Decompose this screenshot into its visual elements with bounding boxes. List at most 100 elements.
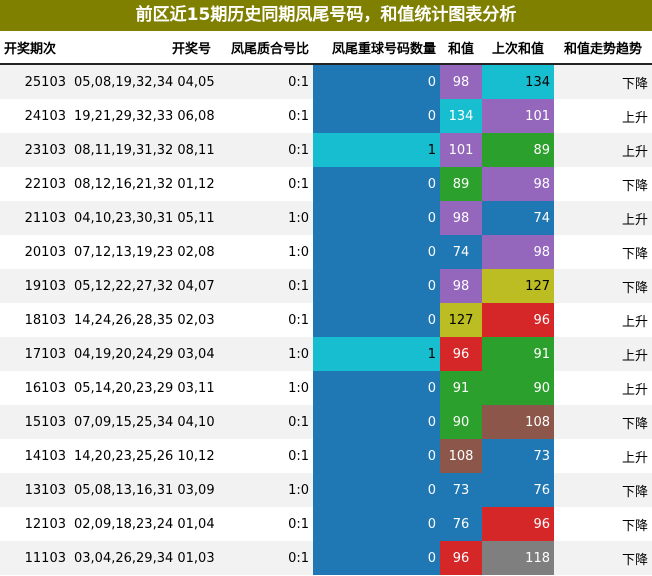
cell-sum: 90	[440, 405, 482, 439]
page-title: 前区近15期历史同期凤尾号码，和值统计图表分析	[0, 0, 652, 31]
table-row: 19103 05,12,22,27,32 04,07 0:1 0 98 127 下降	[0, 269, 652, 303]
cell-numbers: 08,12,16,21,32 01,12	[70, 167, 215, 201]
cell-repeat: 0	[313, 303, 440, 337]
cell-repeat: 0	[313, 269, 440, 303]
cell-numbers: 05,14,20,23,29 03,11	[70, 371, 215, 405]
cell-prev-sum: 73	[482, 439, 554, 473]
cell-numbers: 05,08,13,16,31 03,09	[70, 473, 215, 507]
table-row: 17103 04,19,20,24,29 03,04 1:0 1 96 91 上升	[0, 337, 652, 371]
cell-numbers: 04,10,23,30,31 05,11	[70, 201, 215, 235]
header-trend: 和值走势趋势	[554, 31, 652, 65]
cell-sum: 96	[440, 337, 482, 371]
cell-issue: 24103	[0, 99, 70, 133]
cell-trend: 下降	[554, 167, 652, 201]
cell-sum: 108	[440, 439, 482, 473]
cell-issue: 12103	[0, 507, 70, 541]
table-row: 24103 19,21,29,32,33 06,08 0:1 0 134 101 上升	[0, 99, 652, 133]
cell-sum: 98	[440, 64, 482, 99]
cell-sum: 96	[440, 541, 482, 575]
cell-prev-sum: 96	[482, 507, 554, 541]
cell-prev-sum: 127	[482, 269, 554, 303]
cell-prev-sum: 101	[482, 99, 554, 133]
cell-sum: 98	[440, 269, 482, 303]
cell-parity: 1:0	[215, 473, 313, 507]
cell-parity: 0:1	[215, 99, 313, 133]
cell-repeat: 0	[313, 167, 440, 201]
table-row: 14103 14,20,23,25,26 10,12 0:1 0 108 73 上升	[0, 439, 652, 473]
cell-repeat: 0	[313, 405, 440, 439]
cell-prev-sum: 134	[482, 64, 554, 99]
cell-numbers: 14,20,23,25,26 10,12	[70, 439, 215, 473]
cell-sum: 76	[440, 507, 482, 541]
cell-sum: 101	[440, 133, 482, 167]
cell-issue: 13103	[0, 473, 70, 507]
cell-parity: 0:1	[215, 405, 313, 439]
cell-repeat: 1	[313, 337, 440, 371]
cell-issue: 19103	[0, 269, 70, 303]
cell-trend: 上升	[554, 337, 652, 371]
cell-numbers: 14,24,26,28,35 02,03	[70, 303, 215, 337]
cell-numbers: 04,19,20,24,29 03,04	[70, 337, 215, 371]
cell-numbers: 05,12,22,27,32 04,07	[70, 269, 215, 303]
table-row: 13103 05,08,13,16,31 03,09 1:0 0 73 76 下降	[0, 473, 652, 507]
cell-sum: 98	[440, 201, 482, 235]
cell-trend: 下降	[554, 541, 652, 575]
cell-parity: 0:1	[215, 167, 313, 201]
cell-parity: 1:0	[215, 201, 313, 235]
cell-numbers: 03,04,26,29,34 01,03	[70, 541, 215, 575]
cell-trend: 上升	[554, 439, 652, 473]
cell-numbers: 02,09,18,23,24 01,04	[70, 507, 215, 541]
table-row: 23103 08,11,19,31,32 08,11 0:1 1 101 89 上升	[0, 133, 652, 167]
cell-parity: 1:0	[215, 371, 313, 405]
cell-numbers: 08,11,19,31,32 08,11	[70, 133, 215, 167]
cell-parity: 0:1	[215, 507, 313, 541]
cell-repeat: 0	[313, 439, 440, 473]
cell-prev-sum: 90	[482, 371, 554, 405]
cell-prev-sum: 118	[482, 541, 554, 575]
cell-issue: 15103	[0, 405, 70, 439]
cell-prev-sum: 98	[482, 167, 554, 201]
table-row: 15103 07,09,15,25,34 04,10 0:1 0 90 108 下降	[0, 405, 652, 439]
cell-parity: 0:1	[215, 133, 313, 167]
table-row: 20103 07,12,13,19,23 02,08 1:0 0 74 98 下降	[0, 235, 652, 269]
cell-repeat: 0	[313, 473, 440, 507]
header-prev-sum: 上次和值	[482, 31, 554, 65]
header-issue: 开奖期次	[0, 31, 70, 65]
cell-issue: 16103	[0, 371, 70, 405]
cell-trend: 下降	[554, 405, 652, 439]
cell-issue: 21103	[0, 201, 70, 235]
table-row: 18103 14,24,26,28,35 02,03 0:1 0 127 96 上升	[0, 303, 652, 337]
cell-parity: 0:1	[215, 439, 313, 473]
header-row: 开奖期次 开奖号 凤尾质合号比 凤尾重球号码数量 和值 上次和值 和值走势趋势	[0, 31, 652, 65]
header-repeat: 凤尾重球号码数量	[313, 31, 440, 65]
cell-issue: 20103	[0, 235, 70, 269]
cell-repeat: 0	[313, 371, 440, 405]
cell-repeat: 0	[313, 64, 440, 99]
cell-prev-sum: 96	[482, 303, 554, 337]
cell-numbers: 05,08,19,32,34 04,05	[70, 64, 215, 99]
cell-repeat: 0	[313, 235, 440, 269]
cell-trend: 上升	[554, 371, 652, 405]
table-row: 25103 05,08,19,32,34 04,05 0:1 0 98 134 下降	[0, 64, 652, 99]
cell-issue: 17103	[0, 337, 70, 371]
header-sum: 和值	[440, 31, 482, 65]
cell-prev-sum: 74	[482, 201, 554, 235]
stats-table: 开奖期次 开奖号 凤尾质合号比 凤尾重球号码数量 和值 上次和值 和值走势趋势 …	[0, 31, 652, 575]
cell-parity: 0:1	[215, 64, 313, 99]
cell-repeat: 0	[313, 507, 440, 541]
cell-issue: 23103	[0, 133, 70, 167]
table-row: 12103 02,09,18,23,24 01,04 0:1 0 76 96 下降	[0, 507, 652, 541]
cell-parity: 1:0	[215, 235, 313, 269]
cell-trend: 下降	[554, 507, 652, 541]
cell-sum: 74	[440, 235, 482, 269]
cell-issue: 22103	[0, 167, 70, 201]
cell-sum: 134	[440, 99, 482, 133]
table-row: 16103 05,14,20,23,29 03,11 1:0 0 91 90 上升	[0, 371, 652, 405]
cell-sum: 73	[440, 473, 482, 507]
cell-repeat: 0	[313, 201, 440, 235]
header-parity: 凤尾质合号比	[215, 31, 313, 65]
header-numbers: 开奖号	[70, 31, 215, 65]
table-row: 11103 03,04,26,29,34 01,03 0:1 0 96 118 下降	[0, 541, 652, 575]
cell-issue: 18103	[0, 303, 70, 337]
cell-prev-sum: 89	[482, 133, 554, 167]
